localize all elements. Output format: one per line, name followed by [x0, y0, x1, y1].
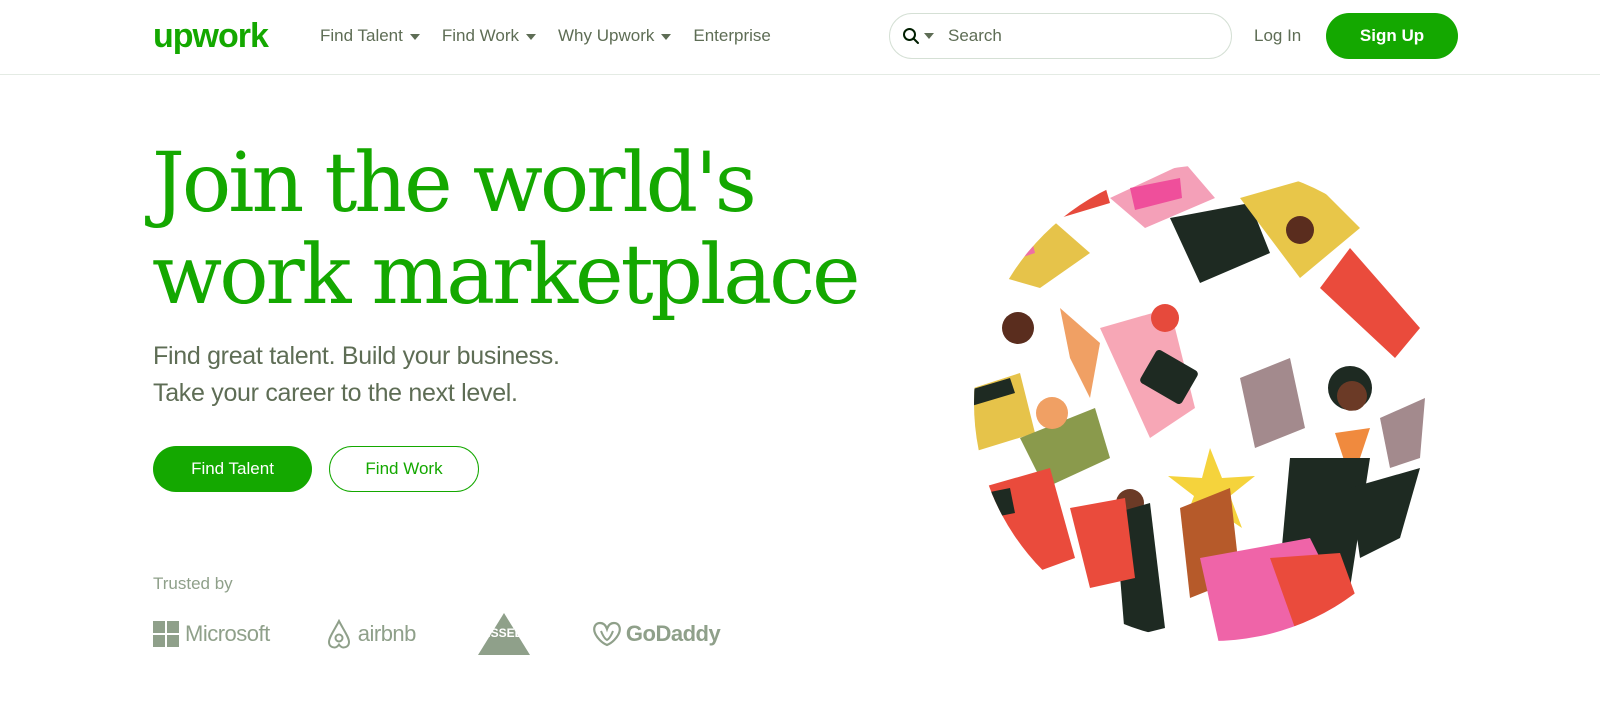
nav-why-upwork[interactable]: Why Upwork	[558, 22, 672, 50]
microsoft-grid-icon	[153, 621, 179, 647]
hero-subtitle-line-2: Take your career to the next level.	[153, 379, 518, 407]
logo-text: upwork	[153, 17, 269, 55]
search-bar	[889, 13, 1232, 59]
airbnb-logo: airbnb	[326, 619, 416, 649]
microsoft-wordmark: Microsoft	[185, 621, 270, 646]
chevron-down-icon	[924, 33, 934, 39]
godaddy-wordmark: GoDaddy	[625, 621, 721, 646]
hero-subtitle: Find great talent. Build your business. …	[153, 338, 560, 412]
chevron-down-icon	[526, 34, 537, 40]
hero-illustration	[974, 165, 1450, 641]
nav-find-work[interactable]: Find Work	[441, 22, 537, 50]
godaddy-heart-icon	[593, 621, 621, 647]
signup-button[interactable]: Sign Up	[1326, 13, 1458, 59]
chevron-down-icon	[661, 34, 672, 40]
chevron-down-icon	[409, 34, 420, 40]
nav-find-talent-label: Find Talent	[320, 26, 403, 45]
search-type-dropdown[interactable]	[902, 21, 934, 51]
login-link[interactable]: Log In	[1254, 22, 1301, 50]
trusted-logos: Microsoft airbnb BISSELL GoDaddy	[153, 613, 721, 655]
bissell-logo: BISSELL	[472, 613, 536, 655]
airbnb-wordmark: airbnb	[357, 621, 417, 646]
bissell-wordmark: BISSELL	[478, 626, 530, 640]
find-talent-button[interactable]: Find Talent	[153, 446, 312, 492]
nav-find-talent[interactable]: Find Talent	[320, 22, 420, 50]
microsoft-logo: Microsoft	[153, 621, 270, 647]
godaddy-logo: GoDaddy	[592, 621, 721, 647]
nav-enterprise-label: Enterprise	[693, 26, 771, 45]
hero-title-line-1: Join the world's	[152, 136, 757, 231]
main-nav: Find Talent Find Work Why Upwork Enterpr…	[320, 22, 793, 50]
hero-title-line-2: work marketplace	[152, 228, 861, 323]
trusted-by-label: Trusted by	[153, 574, 233, 593]
nav-enterprise[interactable]: Enterprise	[693, 22, 770, 50]
airbnb-belo-icon	[327, 619, 350, 649]
site-header: upwork Find Talent Find Work Why Upwork …	[0, 0, 1600, 75]
find-work-button[interactable]: Find Work	[329, 446, 479, 492]
hero-title: Join the world's work marketplace	[152, 138, 912, 322]
nav-why-upwork-label: Why Upwork	[558, 26, 655, 45]
nav-find-work-label: Find Work	[441, 26, 520, 45]
search-icon	[903, 28, 919, 44]
hero-subtitle-line-1: Find great talent. Build your business.	[153, 342, 560, 370]
search-input[interactable]	[948, 26, 1208, 46]
upwork-logo[interactable]: upwork	[153, 17, 269, 55]
